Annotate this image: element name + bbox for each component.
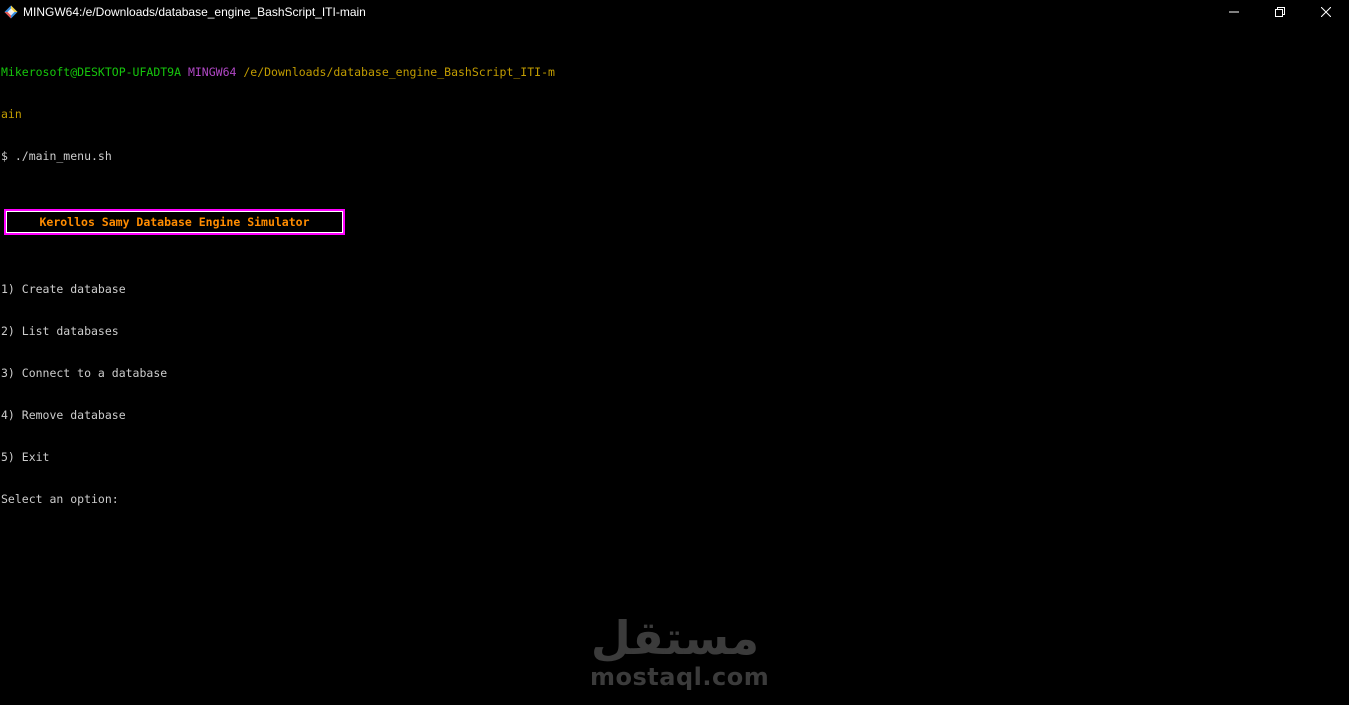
input-prompt[interactable]: Select an option: [1,492,1341,506]
prompt-line: Mikerosoft@DESKTOP-UFADT9A MINGW64 /e/Do… [1,65,1341,79]
minimize-button[interactable] [1211,0,1257,24]
window-controls [1211,0,1349,24]
window-title: MINGW64:/e/Downloads/database_engine_Bas… [23,5,366,19]
prompt-user-host: Mikerosoft@DESKTOP-UFADT9A [1,65,182,79]
command-line: $ ./main_menu.sh [1,149,112,163]
prompt-path: /e/Downloads/database_engine_BashScript_… [243,65,555,79]
mostaql-watermark: مستقل mostaql.com [590,611,770,691]
close-icon [1321,7,1331,17]
menu-item: 3) Connect to a database [1,366,168,380]
prompt-env: MINGW64 [187,65,237,79]
menu-item: 4) Remove database [1,408,126,422]
watermark-latin: mostaql.com [590,663,770,691]
banner-text: Kerollos Samy Database Engine Simulator [39,215,310,229]
restore-button[interactable] [1257,0,1303,24]
restore-icon [1275,7,1285,17]
terminal-output[interactable]: Mikerosoft@DESKTOP-UFADT9A MINGW64 /e/Do… [1,37,1341,534]
watermark-arabic: مستقل [590,611,760,665]
minimize-icon [1229,11,1239,13]
menu-item: 2) List databases [1,324,119,338]
title-banner: Kerollos Samy Database Engine Simulator [4,209,345,235]
mingw-diamond-icon[interactable] [3,4,19,20]
title-bar[interactable]: MINGW64:/e/Downloads/database_engine_Bas… [0,0,1349,24]
terminal-window: MINGW64:/e/Downloads/database_engine_Bas… [0,0,1349,705]
menu-item: 1) Create database [1,282,126,296]
menu-item: 5) Exit [1,450,50,464]
close-button[interactable] [1303,0,1349,24]
prompt-path-wrap: ain [1,107,22,121]
